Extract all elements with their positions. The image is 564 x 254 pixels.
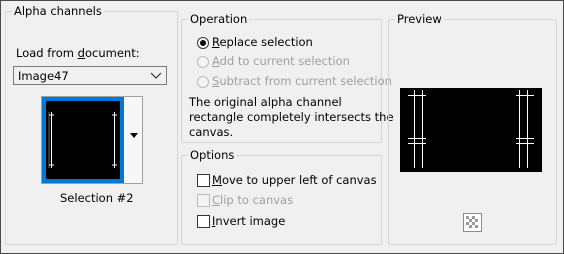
selected-thumbnail[interactable]: [42, 97, 124, 183]
replace-selection-label[interactable]: Replace selection: [212, 35, 313, 49]
move-to-upper-left-label[interactable]: Move to upper left of canvas: [212, 173, 377, 187]
chevron-down-icon: [150, 72, 162, 79]
intersection-message: The original alpha channel rectangle com…: [189, 95, 394, 139]
alpha-channel-thumbnail-image: [46, 101, 120, 179]
replace-selection-radio[interactable]: [197, 37, 209, 49]
clip-to-canvas-checkbox[interactable]: [197, 194, 210, 207]
invert-image-checkbox[interactable]: [197, 215, 210, 228]
subtract-from-selection-label[interactable]: Subtract from current selection: [212, 74, 392, 88]
options-title: Options: [188, 147, 237, 163]
selection-caption: Selection #2: [60, 191, 134, 205]
move-to-upper-left-checkbox[interactable]: [197, 174, 210, 187]
thumbnail-dropdown-arrow-icon[interactable]: [130, 133, 138, 138]
alpha-channel-thumbnail-picker[interactable]: [41, 96, 143, 184]
add-to-selection-radio[interactable]: [197, 56, 209, 68]
subtract-from-selection-radio[interactable]: [197, 76, 209, 88]
add-to-selection-label[interactable]: Add to current selection: [212, 54, 350, 68]
clip-to-canvas-label[interactable]: Clip to canvas: [212, 193, 293, 207]
document-select[interactable]: Image47: [13, 66, 167, 85]
alpha-channels-title: Alpha channels: [12, 3, 104, 19]
preview-image: [400, 88, 542, 172]
load-from-document-label: Load from document:: [16, 46, 140, 60]
invert-image-label[interactable]: Invert image: [212, 214, 285, 228]
operation-title: Operation: [188, 11, 250, 27]
document-select-value: Image47: [18, 69, 69, 83]
checkerboard-zoom-icon[interactable]: [463, 213, 482, 232]
preview-title: Preview: [395, 11, 444, 27]
